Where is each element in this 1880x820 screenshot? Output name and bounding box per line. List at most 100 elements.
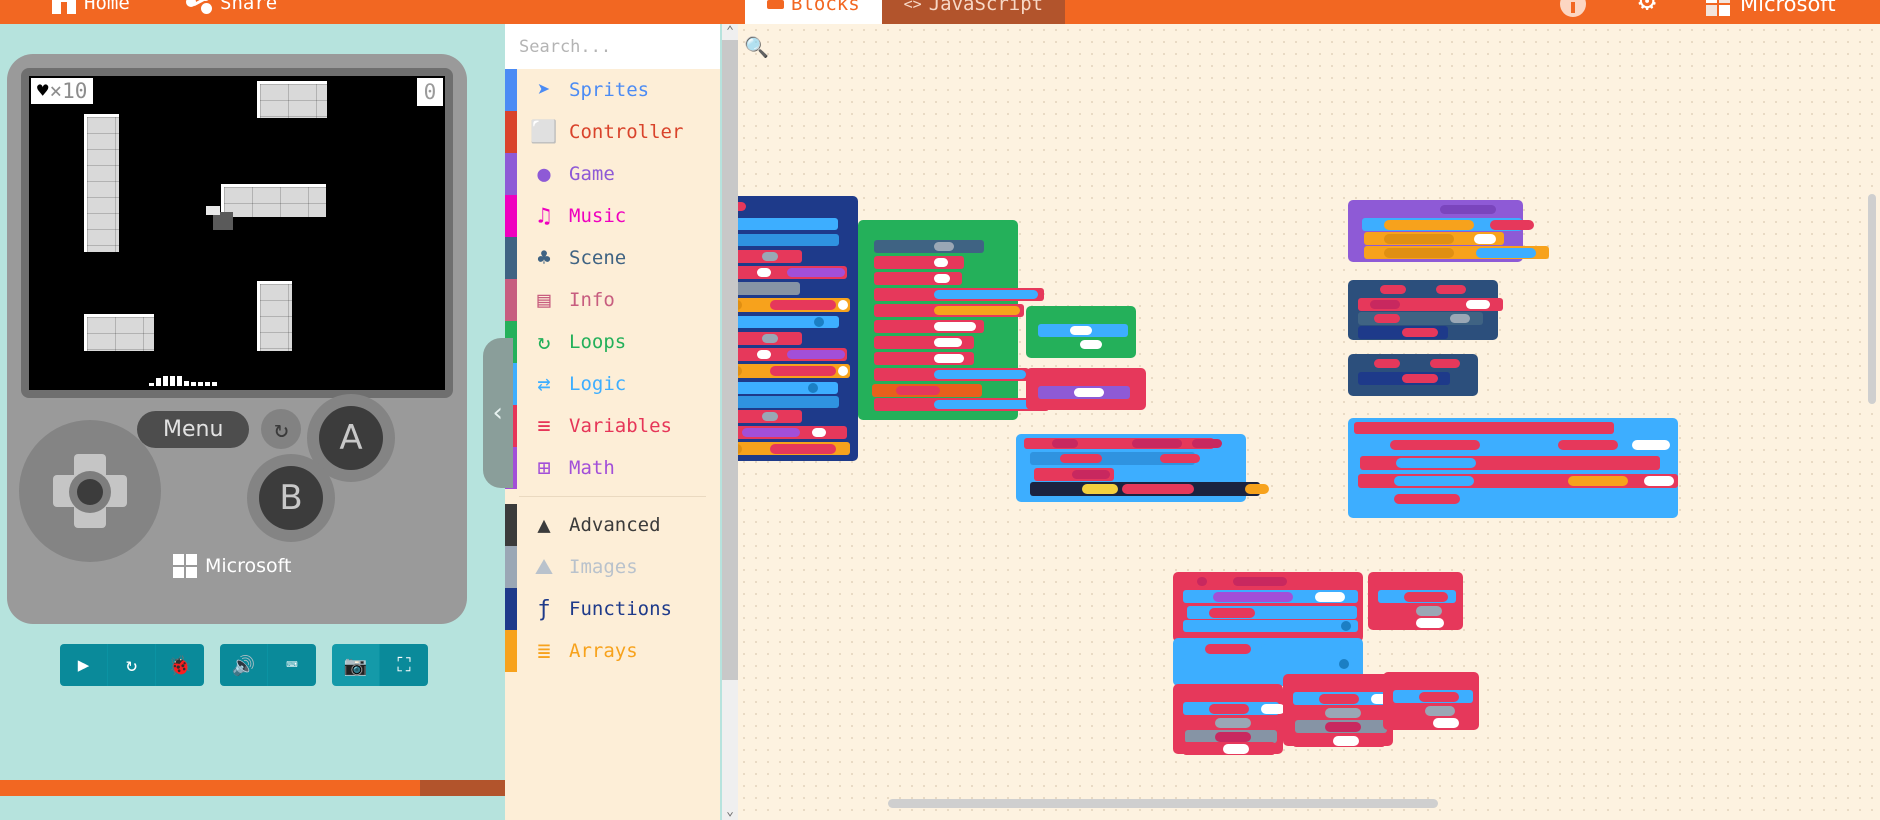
block-field[interactable] (770, 300, 836, 310)
toolbox-item-music[interactable]: ♫ Music (505, 195, 720, 237)
block-field[interactable] (1160, 454, 1200, 463)
block-field[interactable] (1390, 440, 1480, 450)
toolbox-item-functions[interactable]: ƒ Functions (505, 588, 720, 630)
block-field[interactable] (1394, 476, 1474, 486)
block-field[interactable] (934, 354, 964, 363)
block-field[interactable] (738, 300, 742, 310)
block-row[interactable] (874, 256, 964, 269)
block-field[interactable] (757, 350, 771, 359)
toolbox-item-math[interactable]: ⊞ Math (505, 447, 720, 489)
on-start[interactable] (858, 220, 1049, 420)
block-field[interactable] (1096, 326, 1122, 335)
block-row[interactable] (1034, 310, 1080, 321)
workspace-horizontal-scrollbar[interactable] (888, 799, 1438, 808)
block-row[interactable] (874, 288, 1044, 301)
block-field[interactable] (1430, 359, 1460, 368)
block-field[interactable] (1265, 608, 1345, 618)
block-row[interactable] (1358, 298, 1503, 311)
block-row[interactable] (1364, 246, 1549, 259)
block-field[interactable] (1384, 234, 1454, 244)
menu-button[interactable]: Menu (137, 410, 250, 448)
workspace-vertical-scrollbar[interactable] (1868, 194, 1876, 404)
block-field[interactable] (1433, 718, 1459, 728)
block-row[interactable] (738, 316, 839, 328)
block-row[interactable] (1295, 720, 1387, 733)
toolbox-item-images[interactable]: ⛰ Images (505, 546, 720, 588)
block-row[interactable] (1183, 702, 1285, 715)
block-field[interactable] (1072, 470, 1110, 479)
block-row[interactable] (1389, 676, 1469, 687)
toolbox-item-controller[interactable]: ⬜ Controller (505, 111, 720, 153)
block-field[interactable] (1325, 722, 1361, 732)
toolbox-item-scene[interactable]: ♣ Scene (505, 237, 720, 279)
debug-button[interactable]: 🐞 (156, 644, 204, 686)
on-a-button-pressed[interactable] (1173, 572, 1363, 642)
block-row[interactable] (1358, 372, 1450, 385)
block-row[interactable] (1034, 372, 1134, 383)
block-row[interactable] (1038, 386, 1130, 399)
block-field[interactable] (1333, 736, 1359, 746)
dpad-center-button[interactable] (77, 479, 103, 505)
block-field[interactable] (1632, 440, 1670, 450)
block-field[interactable] (1261, 704, 1285, 714)
block-field[interactable] (770, 366, 836, 376)
block-row[interactable] (738, 382, 838, 394)
block-row[interactable] (1024, 438, 1222, 449)
block-field[interactable] (838, 366, 848, 376)
block-field[interactable] (1325, 708, 1361, 718)
on-left-button-pressed[interactable] (1173, 684, 1285, 755)
block-field[interactable] (1315, 592, 1345, 602)
block-field[interactable] (787, 350, 845, 359)
fullscreen-button[interactable]: ⛶ (380, 644, 428, 686)
block-row[interactable] (1181, 658, 1356, 670)
block-row[interactable] (1040, 338, 1110, 351)
block-row[interactable] (874, 320, 984, 333)
block-field[interactable] (1416, 606, 1442, 616)
block-row[interactable] (738, 426, 847, 439)
restart-icon[interactable]: ↻ (261, 409, 302, 449)
block-field[interactable] (1245, 484, 1269, 494)
block-field[interactable] (934, 274, 950, 283)
block-row[interactable] (872, 384, 982, 397)
block-field[interactable] (1474, 423, 1534, 433)
block-row[interactable] (1374, 576, 1454, 587)
block-row[interactable] (1378, 590, 1456, 603)
block-field[interactable] (1132, 439, 1182, 448)
block-field[interactable] (1319, 694, 1359, 704)
toolbox-item-advanced[interactable]: ▲ Advanced (505, 504, 720, 546)
on-life-zero[interactable] (1026, 368, 1146, 410)
block-field[interactable] (1402, 328, 1438, 337)
block-field[interactable] (896, 386, 940, 395)
block-row[interactable] (1356, 358, 1468, 369)
block-field[interactable] (934, 290, 1038, 299)
block-row[interactable] (738, 234, 839, 246)
block-row[interactable] (874, 368, 1029, 381)
block-field[interactable] (934, 242, 954, 251)
block-row[interactable] (874, 336, 974, 349)
block-row[interactable] (1030, 482, 1269, 496)
block-field[interactable] (808, 383, 818, 393)
b-button[interactable]: B (259, 466, 323, 530)
block-row[interactable] (1295, 706, 1387, 719)
block-field[interactable] (1080, 340, 1102, 349)
block-row[interactable] (738, 266, 847, 279)
block-row[interactable] (874, 272, 962, 285)
block-field[interactable] (1396, 458, 1476, 468)
block-field[interactable] (1394, 494, 1460, 504)
block-field[interactable] (1339, 659, 1349, 669)
block-field[interactable] (1550, 458, 1608, 468)
a-button[interactable]: A (319, 406, 383, 470)
block-field[interactable] (1440, 205, 1496, 214)
block-field[interactable] (1223, 744, 1249, 754)
block-field[interactable] (1558, 440, 1618, 450)
block-row[interactable] (738, 298, 850, 312)
restart-button[interactable]: ↻ (108, 644, 156, 686)
block-row[interactable] (738, 442, 850, 455)
toolbox-item-loops[interactable]: ↻ Loops (505, 321, 720, 363)
block-row[interactable] (1358, 438, 1678, 452)
block-field[interactable] (1384, 220, 1474, 230)
block-field[interactable] (1060, 454, 1102, 463)
scroll-down-icon[interactable]: ⌄ (726, 804, 734, 820)
block-field[interactable] (1233, 577, 1287, 586)
block-field[interactable] (742, 428, 800, 437)
